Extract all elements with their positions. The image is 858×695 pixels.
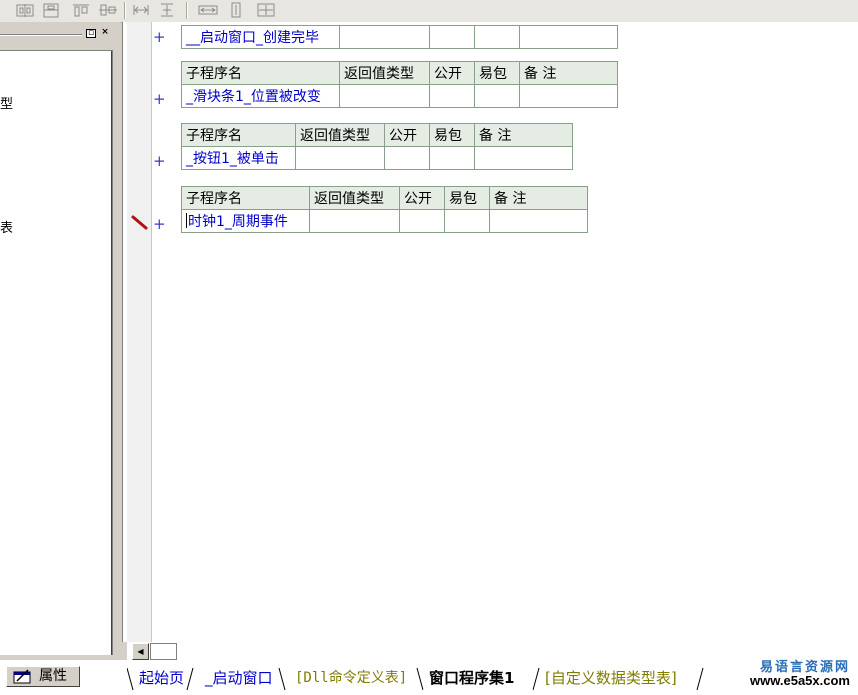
header-sub-name: 子程序名	[181, 186, 310, 210]
expand-icon[interactable]: +	[153, 215, 166, 233]
text-cursor	[186, 213, 187, 228]
left-panel: ▫ × 型 表	[0, 22, 120, 660]
expand-icon[interactable]: +	[153, 90, 166, 108]
header-note: 备 注	[474, 123, 573, 147]
restore-icon[interactable]: ▫	[86, 29, 96, 38]
sub-table-startup: __启动窗口_创建完毕	[181, 25, 618, 49]
close-icon[interactable]: ×	[100, 28, 110, 38]
properties-icon	[13, 669, 31, 684]
sub-name-cell[interactable]: _滑块条1_位置被改变	[181, 84, 340, 108]
header-easy-pkg: 易包	[474, 61, 520, 85]
tab-start-page[interactable]: 起始页	[139, 666, 184, 690]
expand-icon[interactable]: +	[153, 28, 166, 46]
header-return-type: 返回值类型	[339, 61, 430, 85]
header-return-type: 返回值类型	[295, 123, 385, 147]
header-note: 备 注	[489, 186, 588, 210]
tree-item-fragment[interactable]: 表	[0, 217, 13, 236]
alignment-toolbar	[0, 0, 858, 23]
horizontal-scrollbar[interactable]: ◀	[127, 642, 858, 660]
scroll-track[interactable]	[150, 643, 177, 660]
code-editor[interactable]: + __启动窗口_创建完毕 子程序名 返回值类型 公开 易包 备 注 _滑块条1…	[122, 22, 858, 642]
header-public: 公开	[399, 186, 445, 210]
properties-label: 属性	[39, 668, 67, 684]
space-horizontal-icon[interactable]	[130, 1, 152, 19]
header-sub-name: 子程序名	[181, 61, 340, 85]
header-easy-pkg: 易包	[429, 123, 475, 147]
panel-header: ▫ ×	[0, 26, 116, 40]
tab-startup-window[interactable]: _启动窗口	[205, 666, 273, 690]
sub-name-cell[interactable]: _按钮1_被单击	[181, 146, 296, 170]
breakpoint-marker-icon[interactable]	[131, 214, 149, 232]
same-height-icon[interactable]	[226, 1, 246, 19]
sub-table-slider: 子程序名 返回值类型 公开 易包 备 注 _滑块条1_位置被改变	[181, 61, 618, 108]
align-center-icon[interactable]	[40, 1, 62, 19]
header-public: 公开	[384, 123, 430, 147]
sub-table-button: 子程序名 返回值类型 公开 易包 备 注 _按钮1_被单击	[181, 123, 573, 170]
sub-name-cell[interactable]: __启动窗口_创建完毕	[181, 25, 340, 49]
expand-icon[interactable]: +	[153, 152, 166, 170]
watermark-url: www.e5a5x.com	[750, 673, 850, 688]
tab-window-assembly[interactable]: 窗口程序集1	[429, 666, 514, 690]
header-sub-name: 子程序名	[181, 123, 296, 147]
editor-gutter	[127, 22, 152, 642]
align-left-icon[interactable]	[14, 1, 36, 19]
space-vertical-icon[interactable]	[156, 1, 178, 19]
scroll-left-icon[interactable]: ◀	[132, 643, 149, 660]
program-tree[interactable]: 型 表	[0, 50, 113, 655]
same-width-icon[interactable]	[196, 1, 220, 19]
sub-table-timer: 子程序名 返回值类型 公开 易包 备 注 时钟1_周期事件	[181, 186, 588, 233]
align-top-icon[interactable]	[70, 1, 92, 19]
header-public: 公开	[429, 61, 475, 85]
properties-tab[interactable]: 属性	[6, 666, 80, 687]
align-middle-icon[interactable]	[96, 1, 120, 19]
sub-name-text: 时钟1_周期事件	[188, 214, 288, 230]
header-note: 备 注	[519, 61, 618, 85]
tab-dll-commands[interactable]: [Dll命令定义表]	[295, 666, 407, 690]
same-size-icon[interactable]	[254, 1, 278, 19]
header-easy-pkg: 易包	[444, 186, 490, 210]
bottom-bar: 属性 起始页 _启动窗口 [Dll命令定义表] 窗口程序集1 [自定义数据类型表…	[0, 660, 858, 695]
tree-item-fragment[interactable]: 型	[0, 93, 13, 112]
tab-custom-datatypes[interactable]: [自定义数据类型表]	[545, 666, 677, 690]
header-return-type: 返回值类型	[309, 186, 400, 210]
sub-name-cell[interactable]: 时钟1_周期事件	[181, 209, 310, 233]
